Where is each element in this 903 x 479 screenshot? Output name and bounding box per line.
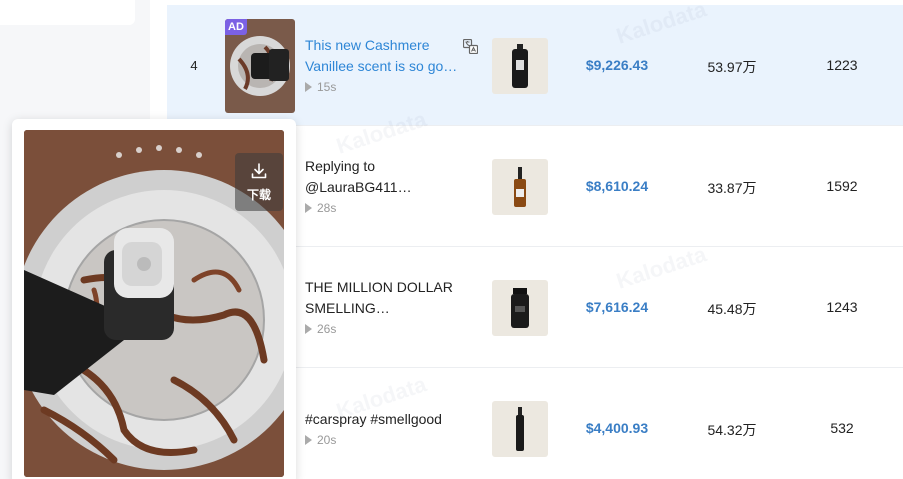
likes-value: 532	[830, 420, 854, 436]
video-title-link[interactable]: This new Cashmere Vanillee scent is so g…	[305, 35, 460, 77]
views-value: 45.48万	[707, 301, 757, 317]
duration-text: 20s	[317, 433, 337, 447]
video-duration: 20s	[305, 433, 336, 447]
product-image[interactable]	[492, 401, 548, 457]
video-preview-player[interactable]: 下载	[24, 130, 284, 477]
video-title[interactable]: Replying to @LauraBG411…	[305, 156, 460, 198]
video-title-line: This new Cashmere	[305, 37, 430, 53]
play-icon	[305, 82, 312, 92]
download-label: 下载	[246, 188, 271, 202]
table-row[interactable]: 4 AD This new Cashmere Vanillee scent is…	[167, 5, 903, 126]
product-bottle-icon	[512, 44, 528, 88]
likes-value: 1243	[826, 299, 858, 315]
ad-badge: AD	[225, 19, 247, 35]
views-value: 53.97万	[707, 59, 757, 75]
revenue-value: $9,226.43	[585, 57, 649, 73]
product-image[interactable]	[492, 280, 548, 336]
left-panel-card	[0, 0, 135, 25]
play-icon	[305, 435, 312, 445]
views-value: 33.87万	[707, 180, 757, 196]
video-title-line: Replying to	[305, 158, 376, 174]
video-duration: 28s	[305, 201, 336, 215]
play-icon	[305, 203, 312, 213]
revenue-value: $7,616.24	[585, 299, 649, 315]
duration-text: 26s	[317, 322, 337, 336]
rank-number: 4	[190, 58, 198, 73]
download-icon	[251, 163, 267, 179]
download-button[interactable]: 下载	[235, 153, 283, 211]
video-thumbnail[interactable]: AD	[225, 19, 295, 113]
product-spray-bottle-icon	[516, 407, 524, 451]
video-title-line: SMELLING…	[305, 300, 390, 316]
video-duration: 15s	[305, 80, 336, 94]
duration-text: 28s	[317, 201, 337, 215]
revenue-value: $8,610.24	[585, 178, 649, 194]
video-title[interactable]: THE MILLION DOLLAR SMELLING…	[305, 277, 460, 319]
video-title-line: Vanillee scent is so go…	[305, 58, 458, 74]
product-jar-icon	[511, 288, 529, 328]
video-duration: 26s	[305, 322, 336, 336]
video-title-line: THE MILLION DOLLAR	[305, 279, 453, 295]
video-preview-popup: 下载	[12, 119, 296, 479]
video-title-line: #carspray #smellgood	[305, 411, 442, 427]
duration-text: 15s	[317, 80, 337, 94]
likes-value: 1592	[826, 178, 858, 194]
likes-value: 1223	[826, 57, 858, 73]
translate-icon[interactable]	[463, 39, 478, 54]
product-dropper-bottle-icon	[514, 167, 526, 207]
product-image[interactable]	[492, 38, 548, 94]
play-icon	[305, 324, 312, 334]
video-title[interactable]: #carspray #smellgood	[305, 409, 460, 430]
views-value: 54.32万	[707, 422, 757, 438]
product-image[interactable]	[492, 159, 548, 215]
revenue-value: $4,400.93	[585, 420, 649, 436]
video-title-line: @LauraBG411…	[305, 179, 412, 195]
